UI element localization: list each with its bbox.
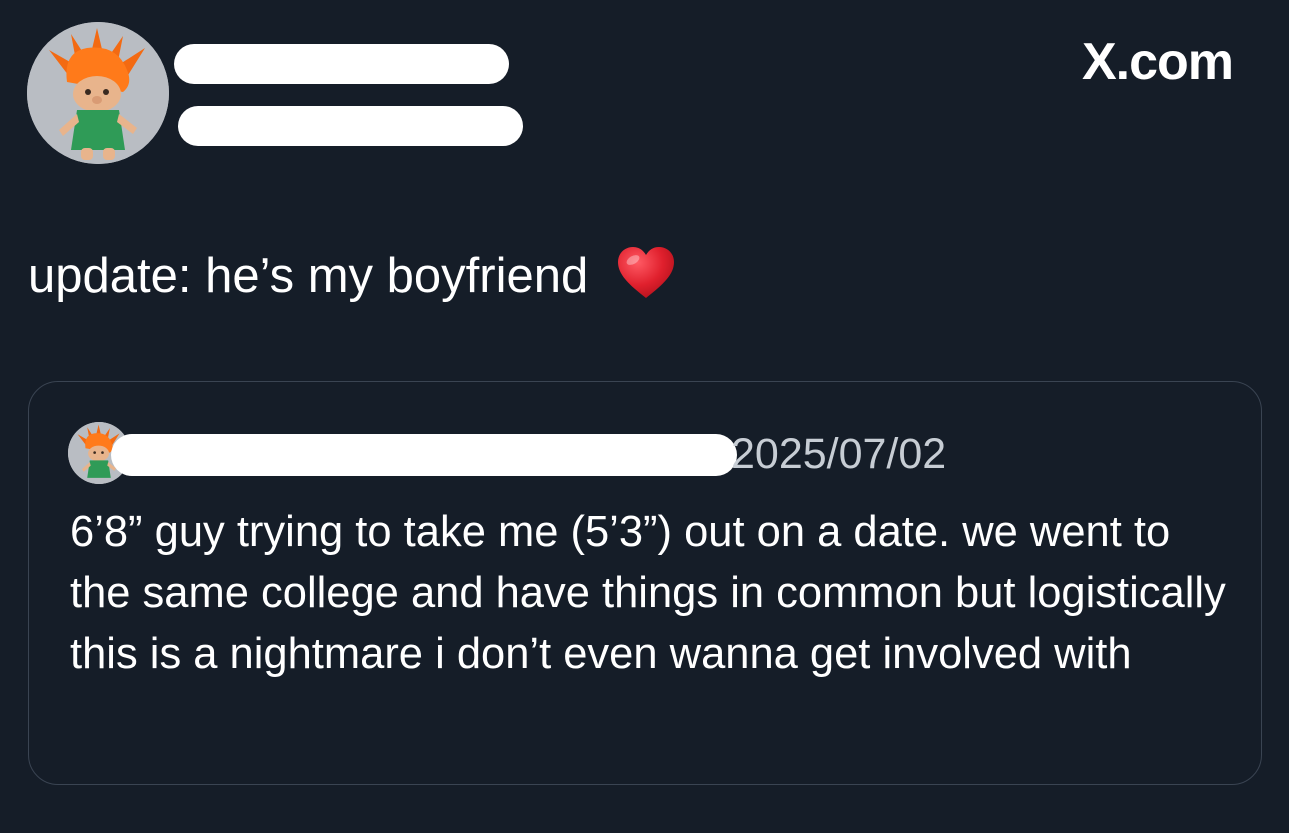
post-body: update: he’s my boyfriend xyxy=(28,249,589,303)
redacted-display-name xyxy=(174,44,509,84)
quoted-post-text: 6’8” guy trying to take me (5’3”) out on… xyxy=(70,508,1226,678)
author-avatar[interactable] xyxy=(27,22,169,164)
x-logo-icon: X.com xyxy=(1081,33,1234,91)
red-heart-emoji-icon xyxy=(616,246,676,312)
quoted-post-date: 2025/07/02 xyxy=(731,430,947,478)
post-text: update: he’s my boyfriend xyxy=(28,246,676,312)
quoted-post-card[interactable]: 2025/07/02 6’8” guy trying to take me (5… xyxy=(28,381,1262,785)
troll-doll-avatar-icon xyxy=(27,22,169,164)
brand-watermark: X.com xyxy=(1081,32,1234,92)
redacted-quoted-author xyxy=(111,434,737,476)
redacted-handle xyxy=(178,106,523,146)
